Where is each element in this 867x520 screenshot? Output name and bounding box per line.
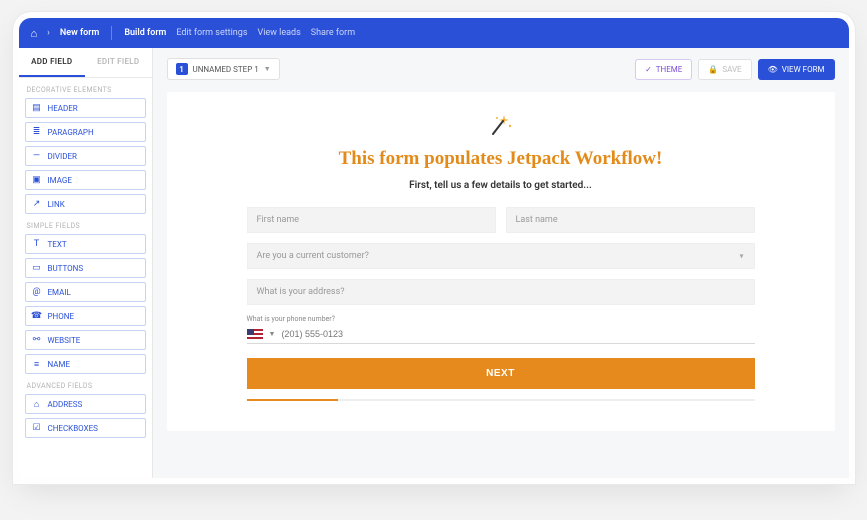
field-address[interactable]: ⌂ ADDRESS bbox=[25, 394, 146, 414]
email-icon: @ bbox=[32, 287, 42, 297]
phone-field[interactable]: ▼ bbox=[247, 325, 755, 344]
step-selector[interactable]: 1 UNNAMED STEP 1 ▼ bbox=[167, 58, 280, 80]
chevron-right-icon: › bbox=[47, 28, 50, 38]
wand-illustration bbox=[247, 112, 755, 140]
theme-button[interactable]: ✓ THEME bbox=[635, 59, 692, 80]
save-button[interactable]: 🔒 SAVE bbox=[698, 59, 751, 80]
field-email[interactable]: @ EMAIL bbox=[25, 282, 146, 302]
field-label: HEADER bbox=[48, 104, 78, 113]
first-name-input[interactable]: First name bbox=[247, 207, 496, 233]
nav-view-leads[interactable]: View leads bbox=[257, 28, 300, 38]
step-number: 1 bbox=[176, 63, 188, 75]
checkboxes-icon: ☑ bbox=[32, 423, 42, 433]
field-name[interactable]: ≡ NAME bbox=[25, 354, 146, 374]
button-label: THEME bbox=[656, 65, 683, 74]
divider-icon: — bbox=[32, 151, 42, 161]
caret-down-icon[interactable]: ▼ bbox=[269, 330, 276, 338]
text-icon: T bbox=[32, 239, 42, 249]
phone-label: What is your phone number? bbox=[247, 315, 755, 323]
home-icon[interactable]: ⌂ bbox=[31, 27, 38, 40]
field-label: BUTTONS bbox=[48, 264, 84, 273]
field-paragraph[interactable]: ≣ PARAGRAPH bbox=[25, 122, 146, 142]
field-link[interactable]: ↗ LINK bbox=[25, 194, 146, 214]
button-label: VIEW FORM bbox=[782, 65, 825, 74]
group-advanced-label: ADVANCED FIELDS bbox=[19, 374, 152, 394]
field-buttons[interactable]: ▭ BUTTONS bbox=[25, 258, 146, 278]
field-label: DIVIDER bbox=[48, 152, 77, 161]
field-label: NAME bbox=[48, 360, 71, 369]
field-label: LINK bbox=[48, 200, 65, 209]
image-icon: ▣ bbox=[32, 175, 42, 185]
field-divider[interactable]: — DIVIDER bbox=[25, 146, 146, 166]
app-window: ⌂ › New form Build form Edit form settin… bbox=[19, 18, 849, 478]
buttons-icon: ▭ bbox=[32, 263, 42, 273]
toolbar: 1 UNNAMED STEP 1 ▼ ✓ THEME 🔒 SAVE 👁 VIEW FO… bbox=[167, 58, 835, 80]
field-text[interactable]: T TEXT bbox=[25, 234, 146, 254]
nav-build-form[interactable]: Build form bbox=[124, 28, 166, 38]
website-icon: ⚯ bbox=[32, 335, 42, 345]
last-name-input[interactable]: Last name bbox=[506, 207, 755, 233]
field-label: CHECKBOXES bbox=[48, 424, 98, 433]
next-button[interactable]: NEXT bbox=[247, 358, 755, 389]
address-icon: ⌂ bbox=[32, 399, 42, 409]
nav-edit-settings[interactable]: Edit form settings bbox=[176, 28, 247, 38]
field-label: ADDRESS bbox=[48, 400, 83, 409]
group-simple-label: SIMPLE FIELDS bbox=[19, 214, 152, 234]
group-decorative-label: DECORATIVE ELEMENTS bbox=[19, 78, 152, 98]
phone-input[interactable] bbox=[281, 329, 754, 339]
step-label: UNNAMED STEP 1 bbox=[193, 65, 259, 74]
eye-icon: 👁 bbox=[768, 65, 778, 74]
form-title: This form populates Jetpack Workflow! bbox=[247, 148, 755, 170]
button-label: SAVE bbox=[722, 65, 741, 74]
tab-edit-field[interactable]: EDIT FIELD bbox=[85, 48, 152, 77]
name-icon: ≡ bbox=[32, 359, 42, 369]
field-label: IMAGE bbox=[48, 176, 72, 185]
link-icon: ↗ bbox=[32, 199, 42, 209]
field-image[interactable]: ▣ IMAGE bbox=[25, 170, 146, 190]
lock-icon: 🔒 bbox=[708, 65, 718, 74]
field-phone[interactable]: ☎ PHONE bbox=[25, 306, 146, 326]
caret-down-icon: ▼ bbox=[264, 65, 271, 73]
wand-icon: ✓ bbox=[645, 65, 652, 74]
customer-select[interactable]: Are you a current customer? bbox=[247, 243, 755, 269]
view-form-button[interactable]: 👁 VIEW FORM bbox=[758, 59, 835, 80]
field-label: WEBSITE bbox=[48, 336, 81, 345]
form-subtitle: First, tell us a few details to get star… bbox=[247, 180, 755, 191]
phone-icon: ☎ bbox=[32, 311, 42, 321]
flag-us-icon[interactable] bbox=[247, 329, 263, 339]
top-navbar: ⌂ › New form Build form Edit form settin… bbox=[19, 18, 849, 48]
progress-bar bbox=[247, 399, 755, 401]
breadcrumb[interactable]: New form bbox=[60, 28, 99, 38]
address-input[interactable]: What is your address? bbox=[247, 279, 755, 305]
tab-add-field[interactable]: ADD FIELD bbox=[19, 48, 86, 77]
main-area: 1 UNNAMED STEP 1 ▼ ✓ THEME 🔒 SAVE 👁 VIEW FO… bbox=[153, 48, 849, 478]
field-checkboxes[interactable]: ☑ CHECKBOXES bbox=[25, 418, 146, 438]
sidebar: ADD FIELD EDIT FIELD DECORATIVE ELEMENTS… bbox=[19, 48, 153, 478]
field-label: TEXT bbox=[48, 240, 67, 249]
header-icon: ▤ bbox=[32, 103, 42, 113]
field-label: EMAIL bbox=[48, 288, 71, 297]
divider bbox=[111, 26, 112, 40]
field-website[interactable]: ⚯ WEBSITE bbox=[25, 330, 146, 350]
field-label: PARAGRAPH bbox=[48, 128, 94, 137]
field-label: PHONE bbox=[48, 312, 75, 321]
paragraph-icon: ≣ bbox=[32, 127, 42, 137]
form-canvas: This form populates Jetpack Workflow! Fi… bbox=[167, 92, 835, 431]
nav-share-form[interactable]: Share form bbox=[311, 28, 355, 38]
field-header[interactable]: ▤ HEADER bbox=[25, 98, 146, 118]
progress-fill bbox=[247, 399, 338, 401]
